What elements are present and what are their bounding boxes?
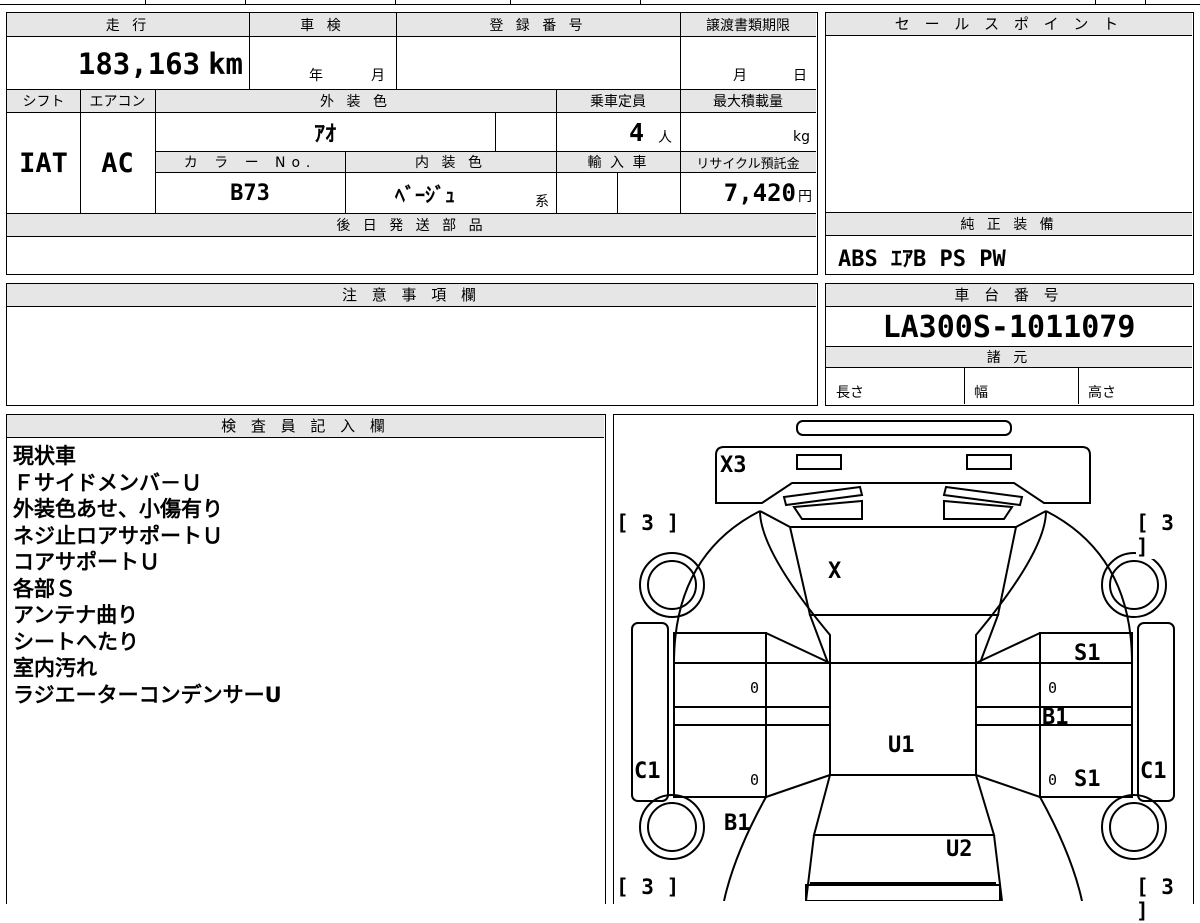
inspector-line: コアサポートＵ: [13, 550, 160, 574]
zero-left-bottom: 0: [750, 771, 760, 789]
capacity-unit: 人: [658, 130, 672, 146]
color-no-label: カ ラ ー No.: [183, 155, 317, 171]
max-load-label: 最大積載量: [713, 94, 783, 110]
damage-diagram: X3 X S1 B1 U1 S1 C1 C1 B1 U2 [ 3 ] [ 3 ]…: [613, 414, 1194, 923]
shift-value: IAT: [19, 147, 68, 179]
capacity-value: 4 人: [556, 113, 680, 151]
transfer-deadline-label: 譲渡書類期限: [706, 18, 790, 34]
aircon-value: AC: [101, 147, 134, 179]
mark-s1-bottom: S1: [1074, 767, 1101, 792]
registration-label: 登 録 番 号: [489, 18, 587, 34]
inspector-box: 検 査 員 記 入 欄 現状車 Ｆサイドメンバ－Ｕ 外装色あせ、小傷有り ネジ止…: [6, 414, 606, 904]
inspector-line: 外装色あせ、小傷有り: [13, 497, 223, 521]
spec-width-label: 幅: [974, 385, 988, 401]
inspection-label: 車 検: [300, 18, 345, 34]
inspector-line: アンテナ曲り: [13, 603, 139, 627]
inspector-line: ネジ止ロアサポートＵ: [13, 523, 223, 548]
inspection-year-unit: 年: [309, 68, 323, 84]
mark-u2: U2: [946, 837, 973, 862]
interior-color-suffix: 系: [535, 194, 549, 210]
inspector-line: 現状車: [13, 444, 76, 468]
import-label: 輸 入 車: [587, 155, 649, 171]
deadline-day-unit: 日: [793, 68, 807, 84]
sales-point-label: セ ー ル ス ポ イ ン ト: [826, 13, 1192, 36]
tire-rear-right: [ 3 ]: [1136, 875, 1193, 923]
car-outline: [631, 420, 1175, 901]
genuine-equipment-label: 純 正 装 備: [960, 217, 1058, 233]
inspector-notes: 現状車 Ｆサイドメンバ－Ｕ 外装色あせ、小傷有り ネジ止ロアサポートＵ コアサポ…: [13, 443, 282, 708]
genuine-equipment-value: ABS ｴｱB PS PW: [838, 247, 1006, 272]
mileage-number: 183,163: [77, 47, 201, 81]
capacity-number: 4: [628, 117, 644, 147]
recycle-label: リサイクル預託金: [696, 156, 800, 172]
mark-x3: X3: [720, 453, 747, 478]
zero-right-bottom: 0: [1048, 771, 1058, 789]
mileage-value: 183,163 km: [7, 39, 249, 89]
max-load-value: kg: [680, 113, 816, 151]
inspector-line: Ｆサイドメンバ－Ｕ: [13, 470, 202, 495]
mark-b1-left: B1: [724, 811, 751, 836]
mileage-label: 走 行: [105, 18, 151, 34]
color-no-value: B73: [230, 180, 270, 206]
mark-b1-right: B1: [1042, 705, 1069, 730]
sales-point-box: セ ー ル ス ポ イ ン ト 純 正 装 備 ABS ｴｱB PS PW: [825, 12, 1194, 275]
vehicle-info-table: 走 行 車 検 登 録 番 号 譲渡書類期限 183,163 km 年 月 月 …: [6, 12, 818, 275]
specs-label: 諸 元: [986, 350, 1032, 366]
mark-u1: U1: [888, 733, 915, 758]
inspector-line: 室内汚れ: [13, 656, 97, 680]
interior-color-label: 内 装 色: [415, 155, 486, 171]
inspector-line: ラジエーターコンデンサーU: [13, 682, 282, 707]
later-parts-label: 後 日 発 送 部 品: [336, 218, 487, 234]
zero-right-top: 0: [1048, 679, 1058, 697]
mark-x: X: [828, 559, 842, 584]
deadline-month-unit: 月: [733, 68, 747, 84]
inspection-month-unit: 月: [371, 68, 385, 84]
inspector-label: 検 査 員 記 入 欄: [7, 415, 604, 438]
mileage-unit: km: [208, 47, 243, 81]
chassis-box: 車 台 番 号 LA300S-1011079 諸 元 長さ 幅 高さ: [825, 283, 1194, 406]
mark-c1-left: C1: [634, 759, 661, 784]
tire-front-right: [ 3 ]: [1136, 511, 1193, 559]
exterior-color-value: ｱｵ: [313, 122, 336, 147]
recycle-unit: 円: [798, 189, 812, 205]
top-strip: [0, 0, 1200, 6]
tire-front-left: [ 3 ]: [616, 511, 680, 535]
spec-height-label: 高さ: [1088, 385, 1116, 401]
spec-length-label: 長さ: [836, 385, 864, 401]
recycle-number: 7,420: [723, 179, 796, 207]
zero-left-top: 0: [750, 679, 760, 697]
aircon-label: エアコン: [89, 94, 146, 110]
chassis-value: LA300S-1011079: [882, 309, 1136, 345]
shift-label: シフト: [22, 94, 65, 110]
notes-box: 注 意 事 項 欄: [6, 283, 818, 406]
inspector-line: 各部Ｓ: [13, 576, 76, 601]
mark-c1-right: C1: [1140, 759, 1167, 784]
capacity-label: 乗車定員: [590, 94, 646, 110]
max-load-unit: kg: [793, 129, 810, 145]
inspector-line: シートへたり: [13, 629, 139, 654]
exterior-color-label: 外 装 色: [320, 94, 391, 110]
tire-rear-left: [ 3 ]: [616, 875, 680, 899]
recycle-value: 7,420 円: [680, 173, 816, 213]
notes-label: 注 意 事 項 欄: [7, 284, 816, 307]
mark-s1-top: S1: [1074, 641, 1101, 666]
interior-color-value: ﾍﾞｰｼﾞｭ: [395, 182, 455, 207]
chassis-label: 車 台 番 号: [826, 284, 1192, 307]
